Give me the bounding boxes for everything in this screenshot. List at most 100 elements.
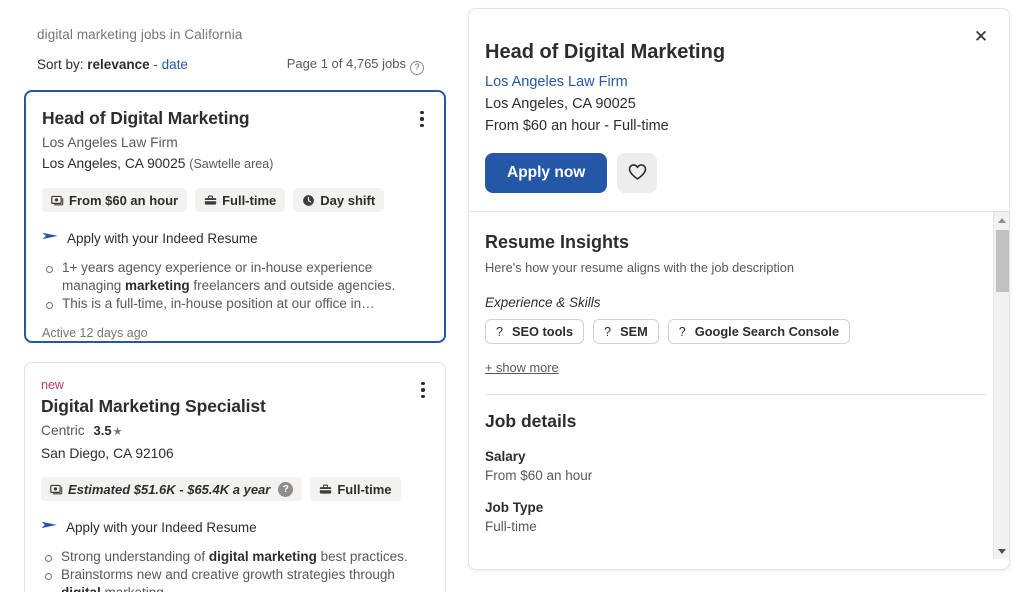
list-item: This is a full-time, in-house position a… — [42, 295, 428, 313]
job-search-page: digital marketing jobs in California Sor… — [0, 0, 1028, 592]
sort-by-label: Sort by: — [37, 57, 84, 72]
skill-chip-seo-tools[interactable]: ? SEO tools — [485, 319, 585, 344]
list-item: Strong understanding of digital marketin… — [41, 548, 429, 566]
scroll-up-icon[interactable] — [994, 212, 1009, 228]
job-card-new-badge: new — [41, 378, 64, 392]
clock-icon — [302, 194, 315, 207]
help-icon[interactable]: ? — [410, 61, 424, 75]
badge-estimated-salary: Estimated $51.6K - $65.4K a year ? — [41, 477, 303, 501]
skill-chip-google-search-console[interactable]: ? Google Search Console — [667, 319, 851, 344]
sort-option-relevance[interactable]: relevance — [87, 57, 149, 72]
heart-icon — [628, 163, 647, 184]
sort-by-control: Sort by: relevance - date — [37, 57, 188, 72]
job-card-title[interactable]: Head of Digital Marketing — [42, 106, 428, 130]
job-detail-value: Full-time — [485, 519, 537, 534]
apply-with-resume-row[interactable]: Apply with your Indeed Resume — [41, 518, 429, 536]
experience-skills-label: Experience & Skills — [485, 295, 601, 310]
job-detail-value: From $60 an hour — [485, 468, 593, 483]
show-more-link[interactable]: + show more — [485, 360, 559, 375]
job-card-badges: Estimated $51.6K - $65.4K a year ? Full-… — [41, 477, 429, 501]
snippet-pre: This is a full-time, in-house position a… — [62, 296, 375, 311]
job-detail-title: Head of Digital Marketing — [485, 41, 726, 63]
snippet-bold: digital — [61, 585, 101, 592]
apply-with-resume-row[interactable]: Apply with your Indeed Resume — [42, 229, 428, 247]
job-card-location: San Diego, CA 92106 — [41, 443, 429, 464]
badge-salary-label: From $60 an hour — [69, 192, 179, 208]
job-detail-meta: From $60 an hour - Full-time — [485, 118, 669, 134]
skill-chip-list: ? SEO tools ? SEM ? Google Search Consol… — [485, 319, 987, 344]
snippet-bold: marketing — [125, 278, 190, 293]
apply-now-button[interactable]: Apply now — [485, 153, 608, 193]
job-detail-company-link[interactable]: Los Angeles Law Firm — [485, 71, 987, 93]
snippet-pre: Brainstorms new and creative growth stra… — [61, 567, 395, 582]
apply-with-resume-label: Apply with your Indeed Resume — [66, 519, 257, 535]
apply-with-resume-label: Apply with your Indeed Resume — [67, 230, 258, 246]
star-icon: ★ — [112, 426, 123, 438]
section-divider — [485, 394, 987, 395]
salary-icon — [51, 194, 64, 207]
job-card[interactable]: Head of Digital Marketing Los Angeles La… — [24, 90, 446, 343]
snippet-pre: Strong understanding of — [61, 549, 209, 564]
snippet-post: freelancers and outside agencies. — [189, 278, 396, 293]
badge-jobtype: Full-time — [310, 477, 401, 501]
job-card-active-ago: Active 12 days ago — [42, 326, 148, 340]
question-mark-icon: ? — [496, 324, 503, 339]
detail-panel-scrollbar[interactable] — [993, 212, 1009, 559]
search-query-summary: digital marketing jobs in California — [37, 27, 243, 42]
question-mark-icon: ? — [604, 324, 612, 339]
skill-chip-sem[interactable]: ? SEM — [593, 319, 659, 344]
snippet-post: best practices. — [316, 549, 408, 564]
job-card-location-text: Los Angeles, CA 90025 — [42, 156, 186, 171]
resume-insights-subheading: Here's how your resume aligns with the j… — [485, 260, 795, 275]
job-detail-body: Resume Insights Here's how your resume a… — [469, 212, 1009, 559]
job-detail-panel: ✕ Head of Digital Marketing Los Angeles … — [468, 8, 1010, 570]
scroll-down-icon[interactable] — [994, 543, 1009, 559]
job-card-more-options-icon[interactable] — [412, 377, 434, 403]
job-card-more-options-icon[interactable] — [411, 106, 433, 132]
page-count: Page 1 of 4,765 jobs? — [287, 56, 424, 75]
job-results-column: digital marketing jobs in California Sor… — [0, 0, 466, 592]
save-job-button[interactable] — [617, 153, 658, 193]
close-icon[interactable]: ✕ — [965, 20, 997, 52]
salary-icon — [50, 483, 63, 496]
snippet-post: marketing. — [101, 585, 168, 592]
job-card-badges: From $60 an hour Full-time Day shift — [42, 188, 428, 212]
job-card-location: Los Angeles, CA 90025 (Sawtelle area) — [42, 153, 428, 175]
job-card-location-text: San Diego, CA 92106 — [41, 446, 174, 461]
job-card-title[interactable]: Digital Marketing Specialist — [41, 394, 429, 418]
job-card-location-area: (Sawtelle area) — [189, 157, 274, 171]
job-detail-location: Los Angeles, CA 90025 — [485, 96, 636, 112]
question-mark-icon: ? — [678, 324, 686, 339]
badge-jobtype-label: Full-time — [337, 481, 392, 497]
badge-jobtype: Full-time — [195, 188, 286, 212]
briefcase-icon — [204, 194, 217, 207]
salary-estimate-help-icon[interactable]: ? — [278, 481, 294, 497]
badge-shift-label: Day shift — [320, 192, 376, 208]
sort-separator: - — [149, 57, 162, 72]
job-card-company: Centric 3.5★ — [41, 420, 429, 443]
skill-chip-label: SEM — [620, 324, 648, 339]
sort-row: Sort by: relevance - date Page 1 of 4,76… — [37, 56, 446, 75]
sort-option-date[interactable]: date — [162, 57, 188, 72]
page-count-label: Page 1 of 4,765 jobs — [286, 56, 406, 71]
list-item: Brainstorms new and creative growth stra… — [41, 566, 429, 592]
badge-salary: From $60 an hour — [42, 188, 188, 212]
job-card[interactable]: new Digital Marketing Specialist Centric… — [24, 362, 446, 592]
job-card-company-name: Centric — [41, 423, 85, 438]
job-details-heading: Job details — [485, 411, 577, 431]
job-detail-key: Salary — [485, 449, 526, 464]
badge-shift: Day shift — [293, 188, 385, 212]
job-card-snippet-list: 1+ years agency experience or in-house e… — [42, 259, 428, 313]
indeed-apply-arrow-icon — [41, 518, 58, 536]
skill-chip-label: SEO tools — [511, 324, 574, 339]
scrollbar-thumb[interactable] — [995, 230, 1009, 292]
indeed-apply-arrow-icon — [42, 229, 59, 247]
skill-chip-label: Google Search Console — [694, 324, 840, 339]
briefcase-icon — [319, 483, 332, 496]
job-card-snippet-list: Strong understanding of digital marketin… — [41, 548, 429, 592]
job-detail-header: ✕ Head of Digital Marketing Los Angeles … — [469, 9, 1009, 211]
badge-estimated-salary-label: Estimated $51.6K - $65.4K a year — [68, 481, 271, 497]
job-card-rating: 3.5 — [93, 423, 112, 438]
job-card-company-name: Los Angeles Law Firm — [42, 135, 178, 150]
job-card-company: Los Angeles Law Firm — [42, 132, 428, 153]
